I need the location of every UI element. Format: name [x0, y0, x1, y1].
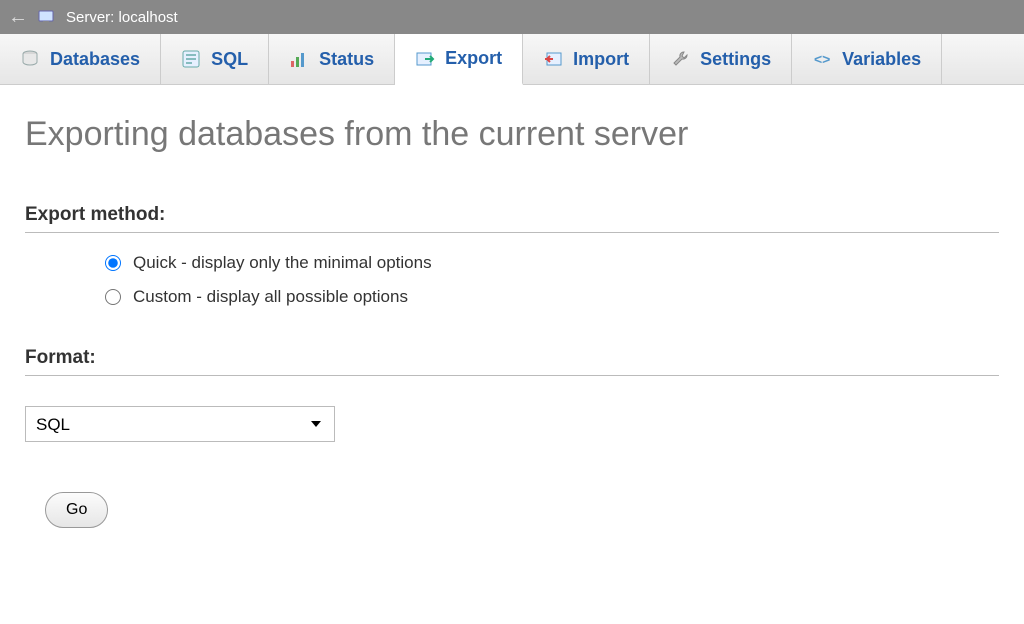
import-icon	[543, 49, 563, 69]
wrench-icon	[670, 49, 690, 69]
status-icon	[289, 49, 309, 69]
variables-icon: <>	[812, 49, 832, 69]
topbar: ← Server: localhost	[0, 0, 1024, 34]
tab-sql[interactable]: SQL	[161, 34, 269, 84]
tab-label: SQL	[211, 49, 248, 70]
database-icon	[20, 49, 40, 69]
tab-label: Export	[445, 48, 502, 69]
go-button[interactable]: Go	[45, 492, 108, 528]
format-select[interactable]: SQL	[25, 406, 335, 442]
tab-label: Databases	[50, 49, 140, 70]
export-method-group: Quick - display only the minimal options…	[105, 253, 999, 307]
radio-custom-label: Custom - display all possible options	[133, 287, 408, 307]
tab-import[interactable]: Import	[523, 34, 650, 84]
main-content: Exporting databases from the current ser…	[0, 85, 1024, 558]
tab-export[interactable]: Export	[395, 34, 523, 85]
tabs: Databases SQL Status Export	[0, 34, 1024, 85]
tab-status[interactable]: Status	[269, 34, 395, 84]
tab-settings[interactable]: Settings	[650, 34, 792, 84]
export-method-label: Export method:	[25, 204, 999, 233]
radio-custom-row[interactable]: Custom - display all possible options	[105, 287, 999, 307]
tab-databases[interactable]: Databases	[0, 34, 161, 84]
tab-label: Variables	[842, 49, 921, 70]
radio-quick[interactable]	[105, 255, 121, 271]
svg-text:<>: <>	[814, 51, 830, 67]
server-icon	[38, 9, 56, 25]
export-icon	[415, 49, 435, 69]
page-title: Exporting databases from the current ser…	[25, 115, 999, 154]
tab-label: Status	[319, 49, 374, 70]
tab-label: Import	[573, 49, 629, 70]
radio-quick-row[interactable]: Quick - display only the minimal options	[105, 253, 999, 273]
radio-custom[interactable]	[105, 289, 121, 305]
back-arrow-icon[interactable]: ←	[8, 7, 28, 27]
radio-quick-label: Quick - display only the minimal options	[133, 253, 432, 273]
server-label: Server: localhost	[66, 9, 178, 26]
tab-label: Settings	[700, 49, 771, 70]
tab-variables[interactable]: <> Variables	[792, 34, 942, 84]
sql-icon	[181, 49, 201, 69]
format-label: Format:	[25, 347, 999, 376]
